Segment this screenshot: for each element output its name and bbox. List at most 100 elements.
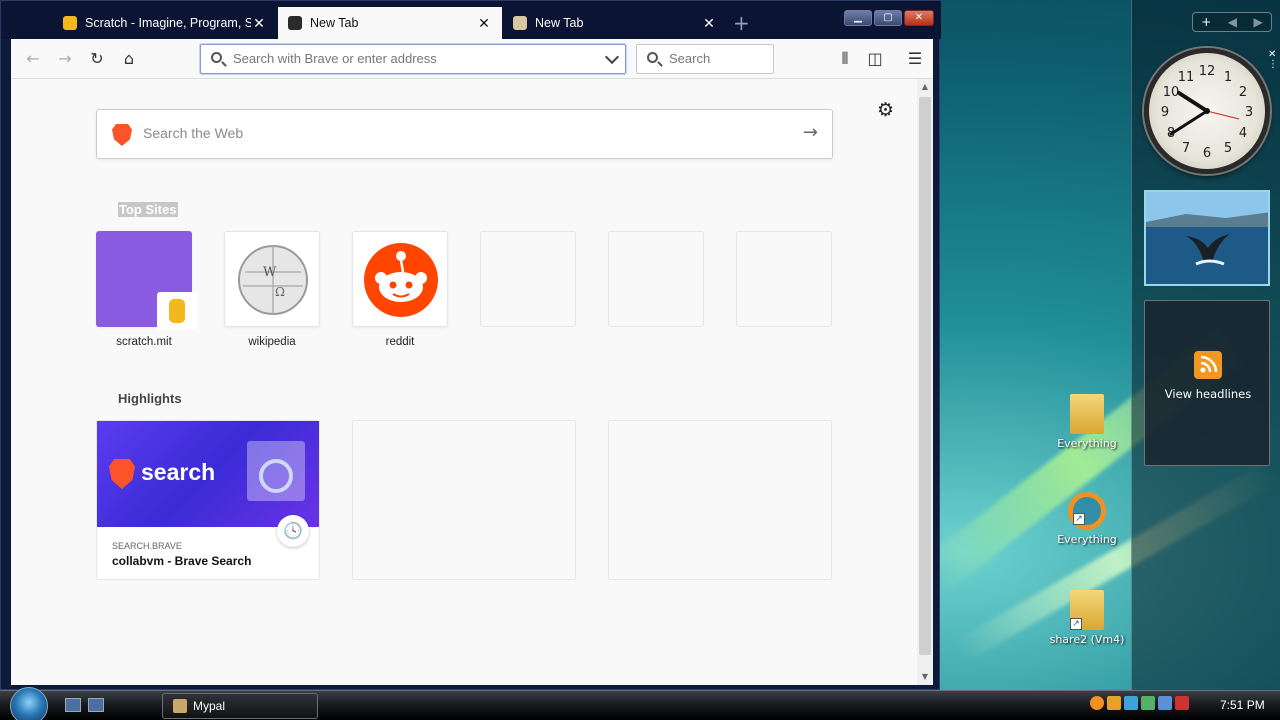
back-arrow-icon[interactable]: ← — [21, 47, 45, 71]
forward-arrow-icon[interactable]: → — [53, 47, 77, 71]
browser-window: Scratch - Imagine, Program, Share ✕ New … — [0, 0, 941, 690]
desktop-icon-label: Everything — [1057, 533, 1117, 546]
library-icon[interactable]: ⫴ — [833, 47, 857, 71]
add-gadget-icon[interactable]: + — [1201, 15, 1211, 29]
update-tray-icon[interactable] — [1141, 696, 1155, 710]
next-arrow-icon[interactable]: ▶ — [1254, 15, 1263, 29]
desktop-icon-everything-folder[interactable]: Everything — [1042, 394, 1132, 450]
clock-face-icon: 1212 345 678 91011 — [1161, 64, 1253, 161]
highlight-card[interactable]: search 🕓 SEARCH.BRAVE collabvm - Brave S… — [96, 420, 320, 580]
switch-windows-icon[interactable] — [88, 698, 104, 712]
view-headlines-label[interactable]: View headlines — [1145, 387, 1271, 401]
svg-text:10: 10 — [1163, 85, 1180, 100]
brave-lion-favicon-icon — [513, 16, 527, 30]
top-site-tile-scratch[interactable] — [96, 231, 197, 330]
search-bar[interactable] — [636, 44, 774, 74]
close-tab-icon[interactable]: ✕ — [701, 15, 717, 32]
scroll-up-arrow-icon[interactable]: ▲ — [917, 79, 933, 95]
highlights-heading: Highlights — [118, 391, 182, 406]
tab-new-tab[interactable]: New Tab ✕ — [503, 7, 727, 39]
highlight-image-text: search — [141, 459, 216, 485]
network-tray-icon[interactable] — [1124, 696, 1138, 710]
search-input[interactable] — [669, 51, 765, 66]
gadget-close-icon[interactable]: ✕ ⋮ — [1268, 50, 1278, 70]
top-site-tile-empty[interactable] — [608, 231, 704, 327]
close-window-button[interactable]: ✕ — [904, 10, 934, 26]
address-input[interactable] — [233, 51, 593, 66]
mypal-app-icon — [173, 699, 187, 713]
tab-scratch[interactable]: Scratch - Imagine, Program, Share ✕ — [53, 7, 277, 39]
hamburger-menu-icon[interactable]: ☰ — [903, 47, 927, 71]
desktop-icon-everything-app[interactable]: ↗ Everything — [1042, 492, 1132, 546]
folder-icon: ↗ — [1070, 590, 1104, 630]
show-desktop-icon[interactable] — [65, 698, 81, 712]
prev-arrow-icon[interactable]: ◀ — [1228, 15, 1237, 29]
top-sites-heading: Top Sites — [118, 202, 178, 217]
desktop-icon-share2[interactable]: ↗ share2 (Vm4) — [1042, 590, 1132, 646]
system-tray — [1090, 696, 1189, 710]
magnifier-illustration-icon — [259, 459, 293, 493]
sidebar-toggle-icon[interactable]: ◫ — [863, 47, 887, 71]
desktop-icon-label: share2 (Vm4) — [1049, 633, 1125, 646]
scroll-down-arrow-icon[interactable]: ▼ — [917, 669, 933, 685]
new-tab-plus-icon[interactable]: + — [733, 11, 750, 35]
top-site-label: scratch.mit — [116, 336, 172, 348]
volume-muted-icon[interactable] — [1175, 696, 1189, 710]
web-search-box[interactable]: → — [96, 109, 833, 159]
scrollbar-thumb[interactable] — [919, 97, 931, 655]
taskbar: Mypal 7:51 PM — [0, 687, 1280, 720]
close-tab-icon[interactable]: ✕ — [476, 15, 492, 32]
rss-feed-icon — [1194, 351, 1222, 379]
taskbar-clock[interactable]: 7:51 PM — [1220, 698, 1265, 712]
brave-lion-favicon-icon — [288, 16, 302, 30]
slideshow-gadget[interactable] — [1144, 190, 1270, 286]
history-clock-icon: 🕓 — [277, 515, 309, 547]
svg-text:4: 4 — [1239, 126, 1247, 141]
display-tray-icon[interactable] — [1158, 696, 1172, 710]
svg-text:6: 6 — [1203, 146, 1211, 161]
submit-arrow-icon[interactable]: → — [803, 122, 818, 143]
folder-icon — [1070, 394, 1104, 434]
highlight-card-empty[interactable] — [352, 420, 576, 580]
clock-gadget[interactable]: 1212 345 678 91011 — [1144, 48, 1270, 174]
scratch-favicon-icon — [63, 16, 77, 30]
highlight-host: SEARCH.BRAVE — [112, 541, 182, 551]
maximize-button[interactable]: ▢ — [874, 10, 902, 26]
shield-tray-icon[interactable] — [1107, 696, 1121, 710]
windows-sidebar: + ◀ ▶ ✕⋮ 1212 345 678 91011 — [1131, 0, 1280, 690]
gear-icon[interactable]: ⚙ — [877, 99, 894, 121]
tab-new-tab-active[interactable]: New Tab ✕ — [278, 7, 502, 39]
wikipedia-globe-icon: W Ω — [238, 245, 308, 315]
top-site-tile-empty[interactable] — [736, 231, 832, 327]
scratch-icon — [157, 292, 197, 330]
svg-text:W: W — [263, 265, 277, 280]
home-icon[interactable]: ⌂ — [117, 47, 141, 71]
feed-headlines-gadget[interactable]: View headlines — [1144, 300, 1270, 466]
whale-tail-photo — [1146, 192, 1268, 284]
web-search-input[interactable] — [143, 125, 743, 141]
top-site-tile-reddit[interactable] — [352, 231, 448, 327]
search-icon — [211, 52, 222, 63]
taskbar-button-mypal[interactable]: Mypal — [162, 693, 318, 719]
url-bar[interactable] — [200, 44, 626, 74]
top-site-tile-wikipedia[interactable]: W Ω — [224, 231, 320, 327]
highlight-card-empty[interactable] — [608, 420, 832, 580]
everything-tray-icon[interactable] — [1090, 696, 1104, 710]
brave-logo-icon — [112, 124, 132, 146]
start-button[interactable] — [10, 687, 48, 720]
svg-text:9: 9 — [1161, 105, 1169, 120]
vertical-scrollbar[interactable]: ▲ ▼ — [917, 79, 933, 685]
chevron-down-icon[interactable] — [604, 49, 620, 65]
window-controls: ▁ ▢ ✕ — [844, 10, 934, 26]
close-tab-icon[interactable]: ✕ — [251, 15, 267, 32]
brave-logo-icon — [109, 459, 135, 489]
svg-text:11: 11 — [1178, 70, 1195, 85]
taskbar-button-label: Mypal — [193, 699, 226, 713]
top-site-tile-empty[interactable] — [480, 231, 576, 327]
minimize-button[interactable]: ▁ — [844, 10, 872, 26]
tab-title: Scratch - Imagine, Program, Share — [85, 16, 251, 30]
reload-icon[interactable]: ↻ — [85, 47, 109, 71]
svg-text:12: 12 — [1199, 64, 1216, 79]
search-icon — [647, 52, 658, 63]
reddit-icon — [364, 243, 438, 317]
